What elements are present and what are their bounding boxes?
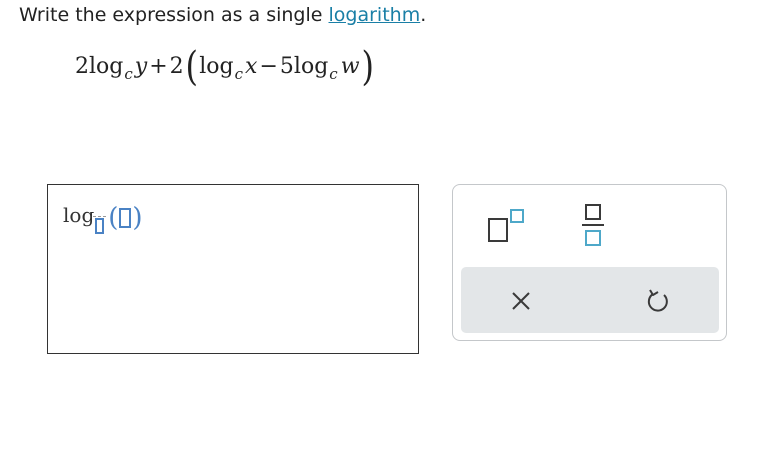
minus-operator: − (259, 53, 278, 79)
coefficient-2-outer: 2 (169, 53, 184, 79)
log-base: c (329, 65, 338, 83)
argument-left-paren: ( (108, 203, 119, 233)
argument-right-paren: ) (132, 203, 143, 233)
log-text: log (199, 53, 234, 79)
log-base: c (124, 65, 133, 83)
right-paren: ) (361, 44, 374, 90)
clear-button[interactable] (509, 289, 533, 313)
given-expression: 2 log c y +2(log c x −5 log c w) (75, 44, 375, 90)
logarithm-link[interactable]: logarithm (329, 4, 421, 26)
log-base: c (234, 65, 244, 83)
prompt-text: Write the expression as a single (19, 4, 329, 26)
clear-x-icon (512, 292, 530, 310)
undo-button[interactable] (644, 287, 672, 315)
answer-log-text: log (63, 203, 95, 227)
action-button-row (461, 267, 719, 333)
page: Write the expression as a single logarit… (0, 0, 779, 459)
log-argument-placeholder[interactable] (119, 208, 132, 228)
answer-input-box[interactable]: log ( ) (47, 184, 419, 354)
prompt-period: . (420, 4, 427, 26)
variable-y: y (134, 53, 148, 79)
coefficient-5: 5 (279, 53, 294, 79)
coefficient-2: 2 (75, 53, 89, 79)
fraction-template-icon (582, 204, 604, 246)
superscript-button[interactable] (487, 205, 527, 245)
superscript-template-icon (488, 209, 524, 242)
log-argument-group: ( ) (108, 203, 142, 233)
log-base-placeholder[interactable] (93, 216, 107, 234)
undo-arrow-icon (647, 289, 668, 312)
variable-w: w (340, 53, 360, 79)
left-paren: ( (185, 44, 198, 90)
log-text: log (293, 53, 329, 79)
question-prompt: Write the expression as a single logarit… (19, 4, 426, 26)
log-text: log (89, 53, 124, 79)
fraction-button[interactable] (577, 203, 609, 247)
answer-template: log ( ) (63, 203, 143, 234)
plus-operator: + (149, 53, 168, 79)
variable-x: x (245, 53, 258, 79)
math-toolbar (452, 184, 727, 341)
